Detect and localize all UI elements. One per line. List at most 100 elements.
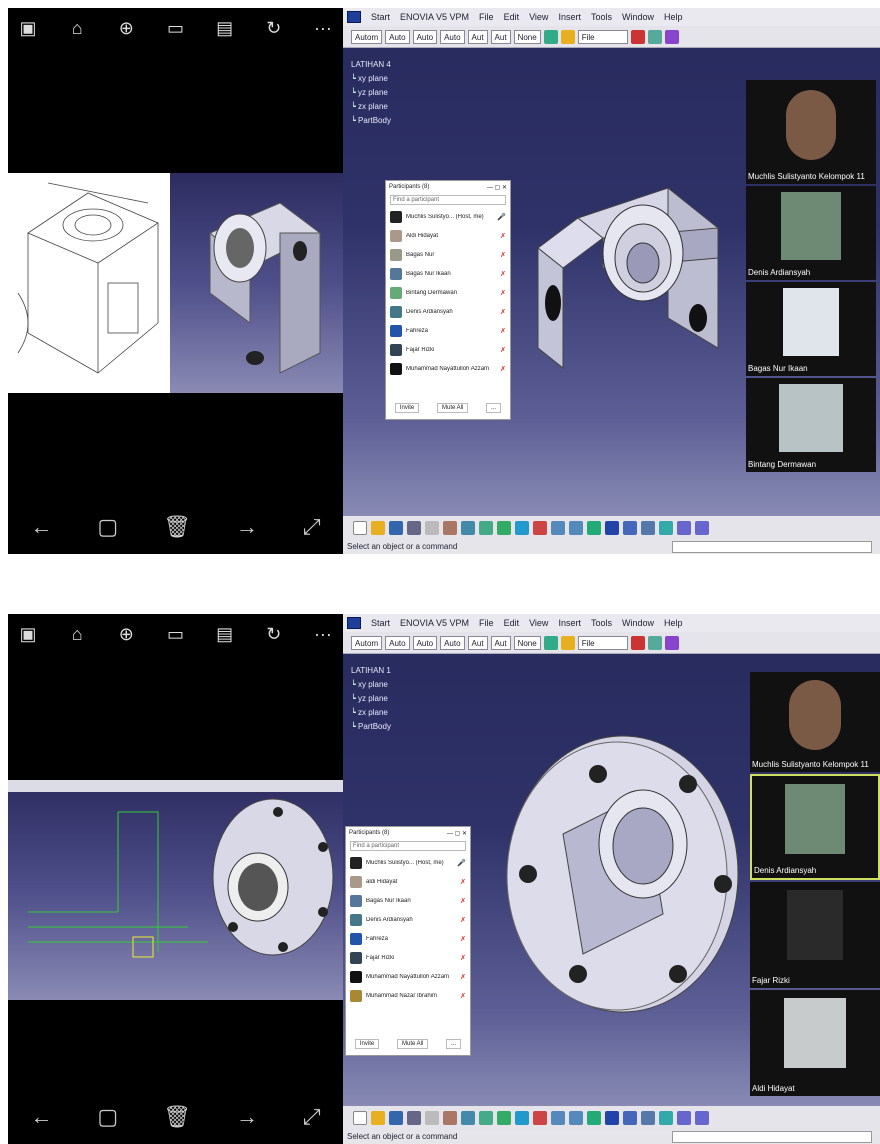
- participant-row[interactable]: Muchlis Sulistyo... (Host, me) 🎤: [346, 853, 470, 872]
- expand-icon[interactable]: ⤢: [303, 514, 321, 540]
- participant-row[interactable]: Fajar Rizki ✗: [346, 948, 470, 967]
- dropdown[interactable]: Autom: [351, 635, 383, 650]
- dropdown[interactable]: Aut: [490, 29, 511, 44]
- open-icon[interactable]: [371, 1111, 385, 1125]
- dropdown[interactable]: Aut: [467, 29, 488, 44]
- participant-row[interactable]: Denis Ardiansyah ✗: [386, 302, 510, 321]
- rotate-icon[interactable]: ↻: [260, 624, 288, 645]
- dropdown[interactable]: Auto: [412, 29, 438, 44]
- home-icon[interactable]: ⌂: [63, 624, 91, 645]
- home-icon[interactable]: ⌂: [63, 18, 91, 39]
- dropdown[interactable]: Auto: [440, 635, 465, 650]
- participant-row[interactable]: Bintang Dermawan ✗: [386, 283, 510, 302]
- save-icon[interactable]: [389, 521, 403, 535]
- video-tile[interactable]: Denis Ardiansyah: [750, 774, 880, 880]
- line-icon[interactable]: [695, 1111, 709, 1125]
- image-icon[interactable]: ▣: [14, 624, 42, 645]
- rotate-icon[interactable]: [533, 1111, 547, 1125]
- menu-tools[interactable]: Tools: [591, 618, 612, 628]
- fit-all-icon[interactable]: [497, 521, 511, 535]
- swap-icon[interactable]: [659, 521, 673, 535]
- menu-file[interactable]: File: [479, 12, 494, 22]
- menu-edit[interactable]: Edit: [504, 618, 520, 628]
- window-controls[interactable]: — ▢ ✕: [487, 184, 507, 191]
- new-icon[interactable]: [353, 521, 367, 535]
- cut-icon[interactable]: [425, 521, 439, 535]
- tree-item[interactable]: yz plane: [351, 692, 391, 706]
- video-tile[interactable]: Muchlis Sulistyanto Kelompok 11: [750, 672, 880, 772]
- paint-icon[interactable]: [543, 635, 558, 650]
- file-dropdown[interactable]: File: [577, 29, 628, 44]
- video-tile[interactable]: Bintang Dermawan: [746, 378, 876, 472]
- tool-icon[interactable]: [664, 29, 679, 44]
- menu-file[interactable]: File: [479, 618, 494, 628]
- participant-search-input[interactable]: Find a participant: [350, 841, 466, 851]
- normal-view-icon[interactable]: [587, 521, 601, 535]
- crop-icon[interactable]: ▢: [97, 1104, 118, 1130]
- menu-window[interactable]: Window: [622, 12, 654, 22]
- folder-icon[interactable]: [560, 29, 575, 44]
- crop-icon[interactable]: ▢: [97, 514, 118, 540]
- folder-icon[interactable]: [560, 635, 575, 650]
- participant-row[interactable]: Muhammad Nazar Ibrahim ✗: [346, 986, 470, 1005]
- menu-window[interactable]: Window: [622, 618, 654, 628]
- menu-view[interactable]: View: [529, 12, 548, 22]
- tree-item[interactable]: yz plane: [351, 86, 391, 100]
- dropdown[interactable]: Aut: [490, 635, 511, 650]
- back-arrow-icon[interactable]: ←: [30, 1104, 52, 1130]
- tree-root[interactable]: LATIHAN 1: [351, 664, 391, 678]
- paste-icon[interactable]: [443, 1111, 457, 1125]
- participant-row[interactable]: Muhammad Nayattulloh Azzam ✗: [346, 967, 470, 986]
- participant-row[interactable]: Bagas Nur ✗: [386, 245, 510, 264]
- dropdown[interactable]: None: [513, 635, 541, 650]
- rotate-icon[interactable]: ↻: [260, 18, 288, 39]
- zoom-icon[interactable]: ⊕: [112, 624, 140, 645]
- print-icon[interactable]: [407, 521, 421, 535]
- participant-search-input[interactable]: Find a participant: [390, 195, 506, 205]
- pan-icon[interactable]: [515, 1111, 529, 1125]
- menu-start[interactable]: Start: [371, 618, 390, 628]
- image-icon[interactable]: ▣: [14, 18, 42, 39]
- more-icon[interactable]: ···: [309, 18, 337, 39]
- fly-icon[interactable]: [479, 521, 493, 535]
- command-input[interactable]: [672, 1131, 872, 1143]
- save-icon[interactable]: ▤: [211, 624, 239, 645]
- invite-button[interactable]: Invite: [354, 1039, 380, 1049]
- print-icon[interactable]: [407, 1111, 421, 1125]
- views-icon[interactable]: [605, 1111, 619, 1125]
- forward-arrow-icon[interactable]: →: [236, 1104, 258, 1130]
- video-tile[interactable]: Denis Ardiansyah: [746, 186, 876, 280]
- more-button[interactable]: ...: [446, 1039, 462, 1049]
- dropdown[interactable]: Aut: [467, 635, 488, 650]
- undo-icon[interactable]: [461, 521, 475, 535]
- tree-item[interactable]: zx plane: [351, 706, 391, 720]
- menu-edit[interactable]: Edit: [504, 12, 520, 22]
- dropdown[interactable]: Auto: [385, 635, 410, 650]
- cut-icon[interactable]: [425, 1111, 439, 1125]
- menu-help[interactable]: Help: [664, 12, 683, 22]
- point-icon[interactable]: [677, 1111, 691, 1125]
- undo-icon[interactable]: [461, 1111, 475, 1125]
- tree-item[interactable]: xy plane: [351, 678, 391, 692]
- point-icon[interactable]: [677, 521, 691, 535]
- save-icon[interactable]: ▤: [211, 18, 239, 39]
- menu-tools[interactable]: Tools: [591, 12, 612, 22]
- line-icon[interactable]: [695, 521, 709, 535]
- frame-icon[interactable]: ▭: [161, 18, 189, 39]
- zoom-in-icon[interactable]: [551, 1111, 565, 1125]
- hide-show-icon[interactable]: [641, 1111, 655, 1125]
- participant-row[interactable]: Bagas Nur Ikaan ✗: [346, 891, 470, 910]
- invite-button[interactable]: Invite: [394, 403, 420, 413]
- participant-row[interactable]: Fahreza ✗: [346, 929, 470, 948]
- swap-icon[interactable]: [659, 1111, 673, 1125]
- paint-icon[interactable]: [543, 29, 558, 44]
- normal-view-icon[interactable]: [587, 1111, 601, 1125]
- menu-help[interactable]: Help: [664, 618, 683, 628]
- participant-row[interactable]: Bagas Nur Ikaan ✗: [386, 264, 510, 283]
- hide-show-icon[interactable]: [641, 521, 655, 535]
- participant-row[interactable]: Denis Ardiansyah ✗: [346, 910, 470, 929]
- menu-enovia[interactable]: ENOVIA V5 VPM: [400, 618, 469, 628]
- command-input[interactable]: [672, 541, 872, 553]
- tree-item[interactable]: zx plane: [351, 100, 391, 114]
- fly-icon[interactable]: [479, 1111, 493, 1125]
